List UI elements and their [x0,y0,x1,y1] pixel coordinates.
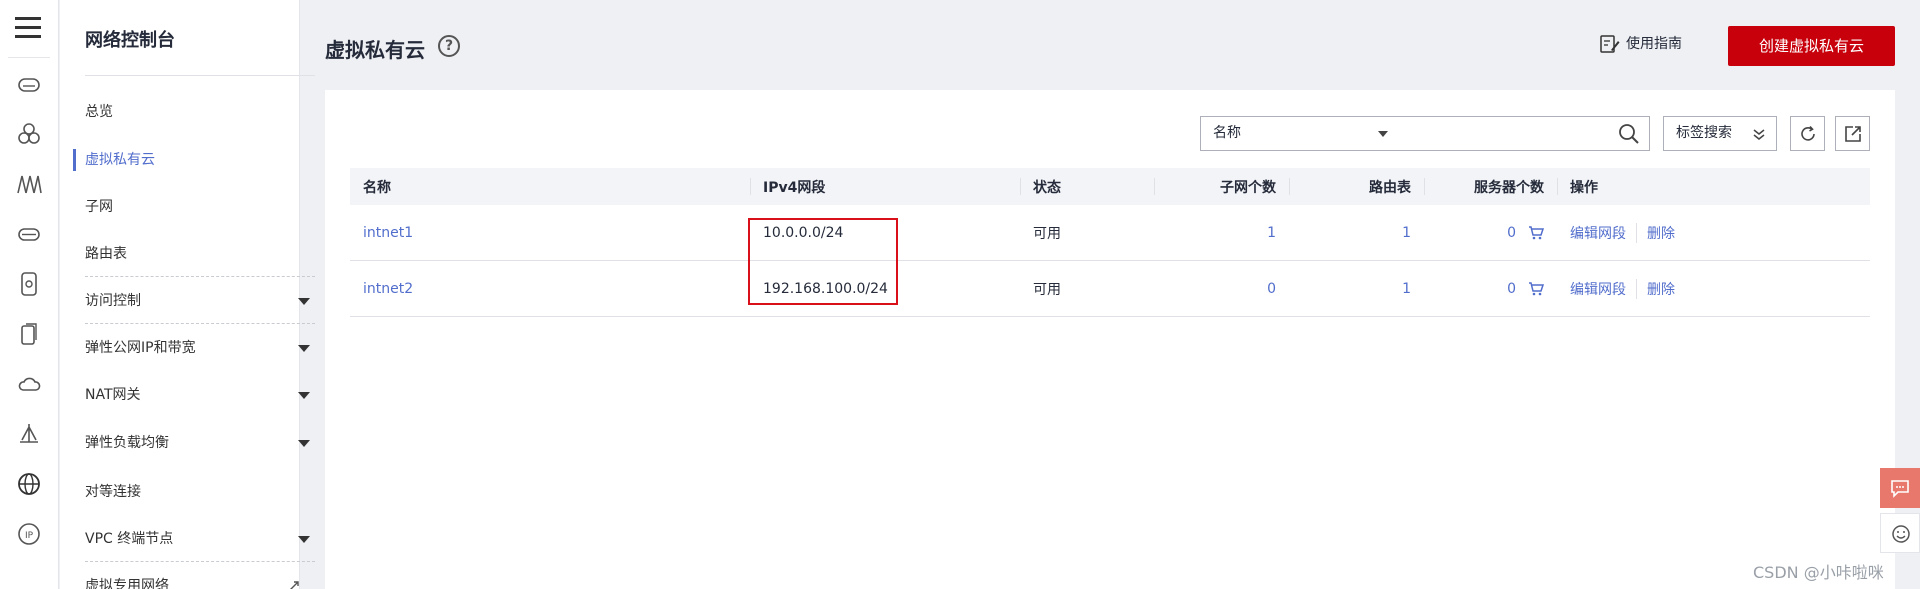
caret-down-icon [298,392,310,399]
create-vpc-button[interactable]: 创建虚拟私有云 [1728,26,1895,66]
filter-field-label: 名称 [1213,125,1241,141]
refresh-button[interactable] [1790,116,1825,151]
vpc-table: 名称 IPv4网段 状态 子网个数 路由表 服务器个数 操作 intnet1 1… [350,168,1870,317]
sidebar-item-access-control[interactable]: 访问控制 [85,289,310,313]
column-header-route-tables: 路由表 [1289,168,1424,205]
cloud-icon[interactable] [16,371,42,397]
rail-divider [8,57,50,58]
table-header: 名称 IPv4网段 状态 子网个数 路由表 服务器个数 操作 [350,168,1870,205]
global-icon[interactable] [16,471,42,497]
connection-icon[interactable] [16,321,42,347]
column-header-name: 名称 [363,179,391,196]
sidebar-item-label: 访问控制 [85,293,141,309]
status-text: 可用 [1033,225,1061,242]
ipv4-cidr: 192.168.100.0/24 [763,280,888,297]
status-text: 可用 [1033,281,1061,298]
sidebar-item-label: 弹性公网IP和带宽 [85,340,196,356]
vpc-name-link[interactable]: intnet2 [363,281,413,297]
search-input[interactable] [1400,116,1650,151]
sidebar-item-peering[interactable]: 对等连接 [85,480,310,504]
sidebar-divider [85,323,315,324]
smile-icon [1892,525,1910,543]
sidebar-item-vpn[interactable]: 虚拟专用网络 [85,574,310,589]
elb-icon[interactable] [16,171,42,197]
cart-icon[interactable] [1528,281,1544,296]
sidebar-item-vpc-endpoint[interactable]: VPC 终端节点 [85,527,310,551]
table-row: intnet2 192.168.100.0/24 可用 0 1 0 编辑网段 删… [350,261,1870,317]
sidebar-item-eip[interactable]: 弹性公网IP和带宽 [85,336,310,360]
vpc-icon[interactable] [16,71,42,97]
nat-icon[interactable] [16,221,42,247]
server-count-link[interactable]: 0 [1507,281,1516,297]
column-header-ipv4: IPv4网段 [750,168,1020,205]
caret-down-icon [298,298,310,305]
export-icon [1845,126,1861,142]
watermark: CSDN @小咔啦咪 [1753,563,1884,582]
route-table-count-link[interactable]: 1 [1402,281,1411,297]
page-title: 虚拟私有云 [325,38,425,62]
active-indicator [73,149,76,171]
sidebar-item-label: NAT网关 [85,387,141,403]
console-sidebar: 网络控制台 总览 虚拟私有云 子网 路由表 访问控制 弹性公网IP和带宽 NAT… [60,0,315,589]
search-icon[interactable] [1618,123,1640,145]
tag-search-label: 标签搜索 [1676,125,1732,141]
caret-down-icon [298,345,310,352]
tag-search-button[interactable]: 标签搜索 [1663,116,1777,151]
column-header-servers: 服务器个数 [1424,168,1557,205]
guide-icon [1600,35,1620,53]
refresh-icon [1801,125,1815,141]
sidebar-item-vpc[interactable]: 虚拟私有云 [85,148,310,172]
vpc-name-link[interactable]: intnet1 [363,225,413,241]
sidebar-item-label: 弹性负载均衡 [85,435,169,451]
svg-text:IP: IP [25,531,34,541]
sidebar-divider [85,561,315,562]
endpoint-icon[interactable] [16,421,42,447]
server-count-link[interactable]: 0 [1507,225,1516,241]
edit-cidr-link[interactable]: 编辑网段 [1570,279,1626,299]
sidebar-item-overview[interactable]: 总览 [85,100,310,124]
caret-down-icon [1378,131,1388,137]
caret-down-icon [298,536,310,543]
caret-down-icon [298,440,310,447]
sidebar-divider [85,276,315,277]
satisfaction-button[interactable] [1880,513,1920,553]
sidebar-item-subnet[interactable]: 子网 [85,195,310,219]
vpn-icon[interactable] [16,271,42,297]
feedback-button[interactable] [1880,468,1920,508]
delete-link[interactable]: 删除 [1636,222,1675,243]
help-icon[interactable]: ? [438,35,460,57]
hamburger-menu-icon[interactable] [15,17,41,39]
vpc-list-panel: 名称 标签搜索 名称 IPv4网段 状态 子网个数 路由表 服务器个数 操作 i… [325,90,1895,589]
edit-cidr-link[interactable]: 编辑网段 [1570,223,1626,243]
route-table-count-link[interactable]: 1 [1402,225,1411,241]
subnet-count-link[interactable]: 1 [1267,225,1276,241]
sidebar-item-nat[interactable]: NAT网关 [85,383,310,407]
user-guide-label: 使用指南 [1626,36,1682,52]
chat-icon [1891,480,1909,498]
user-guide-link[interactable]: 使用指南 [1600,33,1682,55]
eip-icon[interactable] [16,121,42,147]
external-link-icon [290,581,299,589]
ipv4-cidr: 10.0.0.0/24 [763,224,844,241]
column-header-operations: 操作 [1557,168,1870,205]
export-button[interactable] [1835,116,1870,151]
column-header-subnets: 子网个数 [1154,168,1289,205]
table-row: intnet1 10.0.0.0/24 可用 1 1 0 编辑网段 删除 [350,205,1870,261]
subnet-count-link[interactable]: 0 [1267,281,1276,297]
filter-field-select[interactable]: 名称 [1200,116,1401,151]
sidebar-title: 网络控制台 [85,30,175,51]
sidebar-title-divider [85,75,315,76]
icon-rail: IP [0,0,59,589]
cart-icon[interactable] [1528,225,1544,240]
ip-icon[interactable]: IP [16,521,42,547]
sidebar-item-label: 虚拟专用网络 [85,578,169,589]
delete-link[interactable]: 删除 [1636,278,1675,299]
sidebar-item-label: VPC 终端节点 [85,531,174,547]
column-header-status: 状态 [1020,168,1154,205]
double-chevron-down-icon [1753,129,1765,140]
sidebar-item-route-table[interactable]: 路由表 [85,242,310,266]
sidebar-item-elb[interactable]: 弹性负载均衡 [85,431,310,455]
